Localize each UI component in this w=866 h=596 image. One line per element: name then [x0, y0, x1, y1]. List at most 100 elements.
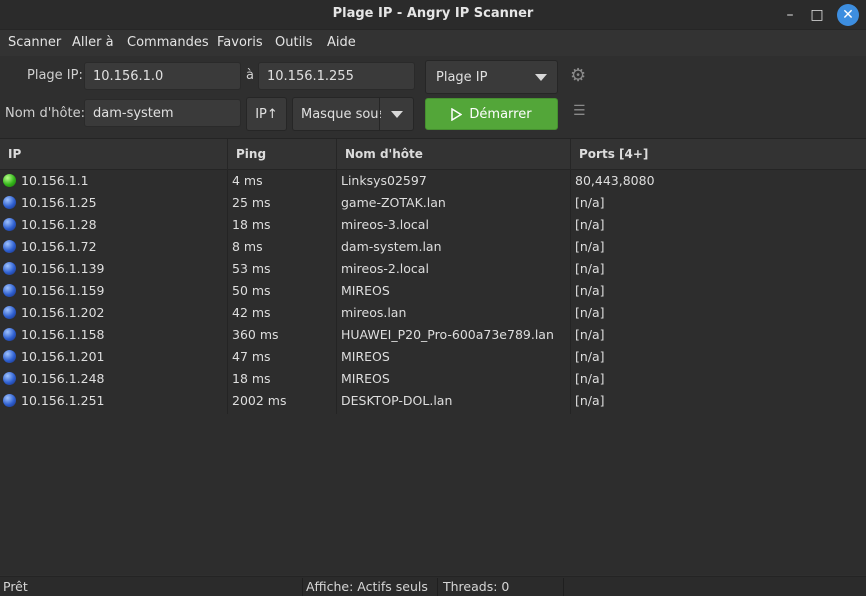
- ip-text: 10.156.1.72: [21, 239, 97, 254]
- cell-ip: 10.156.1.139: [3, 258, 105, 280]
- cell-ping: 4 ms: [232, 173, 263, 188]
- range-label: Plage IP:: [27, 68, 83, 83]
- ip-text: 10.156.1.158: [21, 327, 105, 342]
- cell-ping: 8 ms: [232, 239, 263, 254]
- table-row[interactable]: 10.156.1.72 8 ms dam-system.lan [n/a]: [0, 236, 866, 258]
- netmask-select[interactable]: Masque sous: [292, 97, 414, 131]
- column-header-ip[interactable]: IP: [0, 139, 228, 170]
- host-alive-icon: [3, 174, 16, 187]
- host-status-icon: [3, 372, 16, 385]
- status-bar: Prêt Affiche: Actifs seuls Threads: 0: [0, 576, 866, 596]
- cell-ip: 10.156.1.1: [3, 170, 89, 192]
- play-icon: [451, 107, 463, 121]
- table-row[interactable]: 10.156.1.1 4 ms Linksys02597 80,443,8080: [0, 170, 866, 192]
- table-row[interactable]: 10.156.1.248 18 ms MIREOS [n/a]: [0, 368, 866, 390]
- cell-ip: 10.156.1.202: [3, 302, 105, 324]
- cell-hostname: mireos-2.local: [341, 261, 429, 276]
- cell-ip: 10.156.1.25: [3, 192, 97, 214]
- menu-goto[interactable]: Aller à: [72, 35, 114, 50]
- table-row[interactable]: 10.156.1.158 360 ms HUAWEI_P20_Pro-600a73e…: [0, 324, 866, 346]
- hostname-label: Nom d'hôte:: [5, 106, 85, 121]
- cell-ip: 10.156.1.28: [3, 214, 97, 236]
- ip-text: 10.156.1.28: [21, 217, 97, 232]
- cell-ping: 360 ms: [232, 327, 279, 342]
- cell-ip: 10.156.1.159: [3, 280, 105, 302]
- ip-text: 10.156.1.202: [21, 305, 105, 320]
- cell-hostname: HUAWEI_P20_Pro-600a73e789.lan: [341, 327, 554, 342]
- cell-hostname: game-ZOTAK.lan: [341, 195, 446, 210]
- cell-ports: [n/a]: [575, 217, 605, 232]
- table-row[interactable]: 10.156.1.139 53 ms mireos-2.local [n/a]: [0, 258, 866, 280]
- gear-icon[interactable]: ⚙: [570, 65, 586, 86]
- table-row[interactable]: 10.156.1.28 18 ms mireos-3.local [n/a]: [0, 214, 866, 236]
- start-button[interactable]: Démarrer: [425, 98, 558, 130]
- table-row[interactable]: 10.156.1.201 47 ms MIREOS [n/a]: [0, 346, 866, 368]
- ip-text: 10.156.1.159: [21, 283, 105, 298]
- chevron-down-icon: [391, 111, 403, 118]
- cell-ip: 10.156.1.158: [3, 324, 105, 346]
- ip-up-button[interactable]: IP↑: [246, 97, 287, 131]
- status-threads: Threads: 0: [440, 578, 564, 596]
- menu-favorites[interactable]: Favoris: [217, 35, 263, 50]
- table-row[interactable]: 10.156.1.251 2002 ms DESKTOP-DOL.lan [n/a]: [0, 390, 866, 412]
- start-button-label: Démarrer: [469, 106, 532, 122]
- close-button[interactable]: ✕: [837, 4, 859, 26]
- hostname-input[interactable]: [84, 99, 241, 127]
- cell-ports: [n/a]: [575, 239, 605, 254]
- host-status-icon: [3, 218, 16, 231]
- ip-text: 10.156.1.201: [21, 349, 105, 364]
- cell-ping: 50 ms: [232, 283, 271, 298]
- host-status-icon: [3, 328, 16, 341]
- status-state: Prêt: [0, 578, 303, 596]
- cell-ports: 80,443,8080: [575, 173, 655, 188]
- cell-ping: 53 ms: [232, 261, 271, 276]
- ip-text: 10.156.1.1: [21, 173, 89, 188]
- host-status-icon: [3, 240, 16, 253]
- cell-hostname: dam-system.lan: [341, 239, 442, 254]
- cell-ports: [n/a]: [575, 349, 605, 364]
- cell-ports: [n/a]: [575, 283, 605, 298]
- ip-text: 10.156.1.248: [21, 371, 105, 386]
- cell-ping: 18 ms: [232, 217, 271, 232]
- cell-ports: [n/a]: [575, 195, 605, 210]
- table-row[interactable]: 10.156.1.202 42 ms mireos.lan [n/a]: [0, 302, 866, 324]
- column-header-ping[interactable]: Ping: [228, 139, 337, 170]
- list-icon[interactable]: ☰: [573, 103, 586, 119]
- results-table: IP Ping Nom d'hôte Ports [4+] 10.156.1.1…: [0, 138, 866, 575]
- cell-ip: 10.156.1.251: [3, 390, 105, 412]
- cell-ports: [n/a]: [575, 393, 605, 408]
- host-status-icon: [3, 284, 16, 297]
- table-row[interactable]: 10.156.1.25 25 ms game-ZOTAK.lan [n/a]: [0, 192, 866, 214]
- column-header-hostname[interactable]: Nom d'hôte: [337, 139, 571, 170]
- mode-select-value: Plage IP: [436, 69, 488, 85]
- select-divider: [379, 98, 380, 130]
- table-row[interactable]: 10.156.1.159 50 ms MIREOS [n/a]: [0, 280, 866, 302]
- cell-ping: 18 ms: [232, 371, 271, 386]
- menu-tools[interactable]: Outils: [275, 35, 313, 50]
- minimize-button[interactable]: –: [779, 4, 801, 26]
- column-header-ports[interactable]: Ports [4+]: [571, 139, 866, 170]
- end-ip-input[interactable]: [258, 62, 415, 90]
- cell-ports: [n/a]: [575, 305, 605, 320]
- ip-text: 10.156.1.251: [21, 393, 105, 408]
- cell-ping: 25 ms: [232, 195, 271, 210]
- table-header: IP Ping Nom d'hôte Ports [4+]: [0, 139, 866, 170]
- menu-scanner[interactable]: Scanner: [8, 35, 61, 50]
- cell-ports: [n/a]: [575, 327, 605, 342]
- cell-ping: 47 ms: [232, 349, 271, 364]
- cell-hostname: DESKTOP-DOL.lan: [341, 393, 453, 408]
- cell-hostname: MIREOS: [341, 371, 390, 386]
- cell-hostname: MIREOS: [341, 349, 390, 364]
- maximize-button[interactable]: □: [806, 4, 828, 26]
- host-status-icon: [3, 262, 16, 275]
- cell-ip: 10.156.1.72: [3, 236, 97, 258]
- start-ip-input[interactable]: [84, 62, 241, 90]
- menu-help[interactable]: Aide: [327, 35, 356, 50]
- host-status-icon: [3, 196, 16, 209]
- cell-ports: [n/a]: [575, 371, 605, 386]
- menu-commands[interactable]: Commandes: [127, 35, 209, 50]
- ip-text: 10.156.1.139: [21, 261, 105, 276]
- cell-ip: 10.156.1.248: [3, 368, 105, 390]
- menu-bar: Scanner Aller à Commandes Favoris Outils…: [0, 30, 866, 56]
- mode-select[interactable]: Plage IP: [425, 60, 558, 94]
